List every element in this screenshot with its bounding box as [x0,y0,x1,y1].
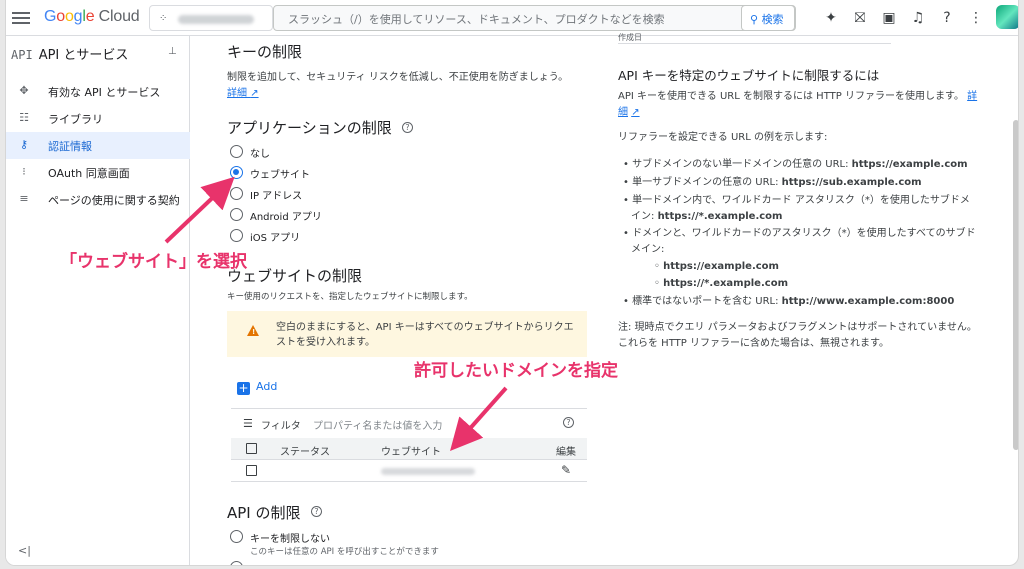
annotation-select-website: 「ウェブサイト」を選択 [60,252,247,272]
annotation-arrows [164,176,508,451]
annotation-specify-domain: 許可したいドメインを指定 [414,361,618,381]
app-window: Google Cloud ⁘ スラッシュ（/）を使用してリソース、ドキュメント、… [5,0,1019,566]
arrow-to-website-column [450,386,508,451]
arrow-to-website-radio [164,176,235,244]
